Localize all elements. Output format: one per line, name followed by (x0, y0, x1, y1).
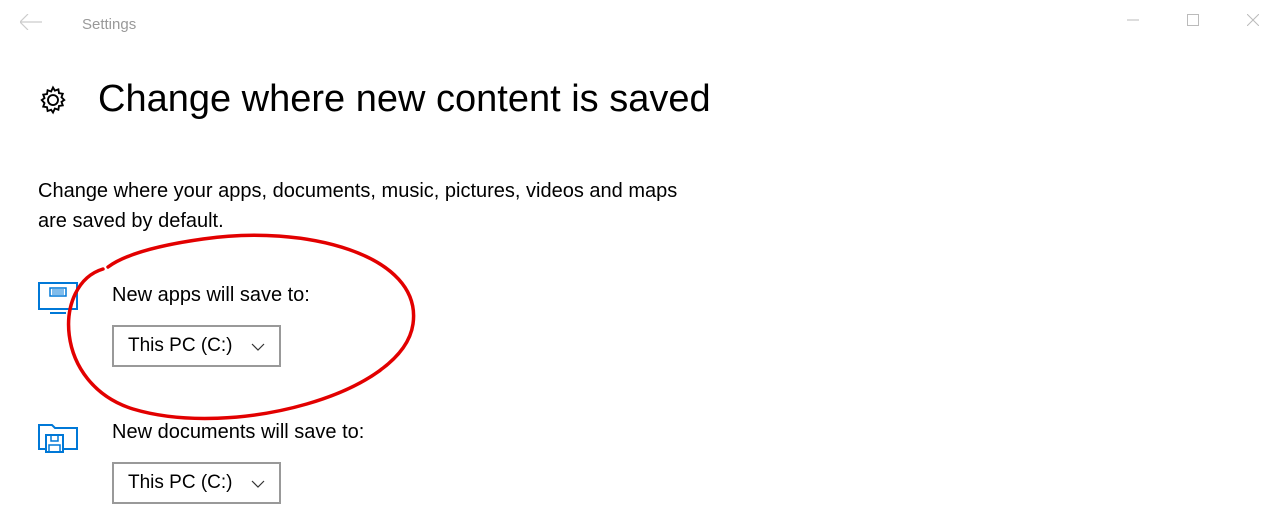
close-button[interactable] (1223, 0, 1283, 40)
maximize-button[interactable] (1163, 0, 1223, 40)
page-description: Change where your apps, documents, music… (38, 176, 698, 236)
save-folder-icon (38, 419, 82, 458)
back-arrow-icon[interactable] (20, 13, 42, 36)
documents-dropdown-value: This PC (C:) (128, 472, 233, 494)
documents-dropdown[interactable]: This PC (C:) (112, 462, 281, 504)
gear-icon (38, 85, 68, 120)
minimize-button[interactable] (1103, 0, 1163, 40)
page-header: Change where new content is saved (38, 78, 1245, 121)
window-controls (1103, 0, 1283, 40)
documents-label: New documents will save to: (112, 421, 364, 444)
chevron-down-icon (251, 472, 265, 494)
titlebar: Settings (0, 0, 1283, 48)
page-title: Change where new content is saved (98, 78, 711, 121)
window-title: Settings (82, 16, 136, 33)
content-area: Change where new content is saved Change… (0, 48, 1283, 504)
chevron-down-icon (251, 335, 265, 357)
setting-apps: New apps will save to: This PC (C:) (38, 284, 1245, 367)
setting-documents: New documents will save to: This PC (C:) (38, 421, 1245, 504)
apps-dropdown[interactable]: This PC (C:) (112, 325, 281, 367)
apps-dropdown-value: This PC (C:) (128, 335, 233, 357)
apps-label: New apps will save to: (112, 284, 310, 307)
monitor-icon (38, 282, 82, 319)
